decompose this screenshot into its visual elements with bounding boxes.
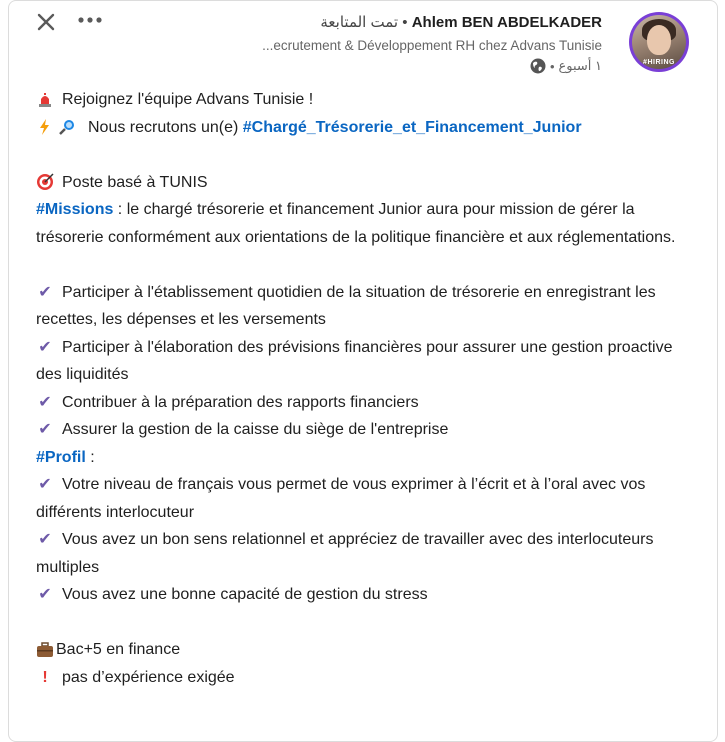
check-icon: ✔ — [38, 421, 52, 438]
profil-text: Votre niveau de français vous permet de … — [36, 476, 646, 521]
profil-text: Vous avez un bon sens relationnel et app… — [36, 531, 654, 576]
profil-item: ✔ Vous avez une bonne capacité de gestion… — [36, 581, 686, 609]
mission-text: Participer à l'élaboration des prévision… — [36, 338, 673, 384]
profil-text: Vous avez une bonne capacité de gestion … — [62, 586, 428, 603]
siren-icon — [36, 86, 54, 114]
profil-heading: #Profil : — [36, 444, 686, 472]
hashtag-job[interactable]: #Chargé_Trésorerie_et_Financement_Junior — [243, 119, 582, 136]
check-icon: ✔ — [38, 338, 52, 356]
post-line-recruit: Nous recrutons un(e) #Chargé_Trésorerie_… — [36, 114, 686, 142]
post-line-location: Poste basé à TUNIS — [36, 169, 686, 197]
separator-dot: • — [402, 14, 408, 31]
profil-colon: : — [85, 448, 95, 466]
mission-text: Participer à l'établissement quotidien d… — [36, 283, 656, 329]
more-icon[interactable] — [75, 7, 111, 33]
magnifier-icon — [59, 120, 75, 136]
profil-item: ✔ Vous avez un bon sens relationnel et ap… — [36, 526, 686, 581]
profil-item: ✔ Votre niveau de français vous permet de… — [36, 471, 686, 526]
post-time: ١ أسبوع — [558, 58, 603, 73]
check-icon: ✔ — [38, 586, 52, 603]
mission-item: ✔ Participer à l'établissement quotidien … — [36, 279, 686, 334]
author-line: تمت المتابعة • Ahlem BEN ABDELKADER — [320, 13, 602, 31]
target-icon — [36, 169, 54, 197]
experience-line: ! pas d’expérience exigée — [36, 664, 686, 692]
lightning-search-icons — [36, 114, 80, 142]
missions-text: : le chargé trésorerie et financement Ju… — [36, 201, 676, 246]
follow-status: تمت المتابعة — [320, 14, 399, 31]
education-line: Bac+5 en finance — [36, 636, 686, 664]
globe-icon — [530, 58, 546, 74]
separator-dot-2: • — [549, 58, 555, 74]
mission-text: Assurer la gestion de la caisse du siège… — [62, 421, 449, 438]
join-text: Rejoignez l'équipe Advans Tunisie ! — [62, 91, 314, 108]
hashtag-profil[interactable]: #Profil — [36, 449, 86, 466]
mission-item: ✔ Participer à l'élaboration des prévisio… — [36, 334, 686, 389]
post-meta: • ١ أسبوع — [530, 58, 602, 74]
experience-text: pas d’expérience exigée — [62, 668, 235, 686]
briefcase-icon — [36, 636, 54, 664]
check-icon: ✔ — [38, 531, 52, 548]
author-name[interactable]: Ahlem BEN ABDELKADER — [412, 14, 602, 31]
mission-item: ✔ Contribuer à la préparation des rapport… — [36, 389, 686, 417]
hashtag-missions[interactable]: #Missions — [36, 201, 113, 218]
avatar[interactable]: #HIRING — [629, 12, 689, 72]
mission-item: ✔ Assurer la gestion de la caisse du sièg… — [36, 416, 686, 444]
mission-text: Contribuer à la préparation des rapports… — [62, 393, 419, 411]
exclamation-icon: ! — [42, 668, 48, 686]
missions-paragraph: #Missions : le chargé trésorerie et fina… — [36, 196, 686, 251]
recruit-text: Nous recrutons un(e) — [88, 118, 243, 136]
hiring-badge: #HIRING — [643, 59, 675, 66]
education-text: Bac+5 en finance — [56, 641, 181, 658]
check-icon: ✔ — [38, 393, 52, 411]
check-icon: ✔ — [38, 283, 52, 301]
lightning-icon — [40, 119, 49, 136]
post-line-join: Rejoignez l'équipe Advans Tunisie ! — [36, 86, 686, 114]
check-icon: ✔ — [38, 476, 52, 493]
avatar-face — [647, 25, 671, 55]
close-icon[interactable] — [35, 11, 57, 33]
author-headline: ...ecrutement & Développement RH chez Ad… — [262, 38, 602, 53]
post-body: Rejoignez l'équipe Advans Tunisie ! Nous… — [36, 86, 686, 691]
location-text: Poste basé à TUNIS — [62, 173, 208, 191]
